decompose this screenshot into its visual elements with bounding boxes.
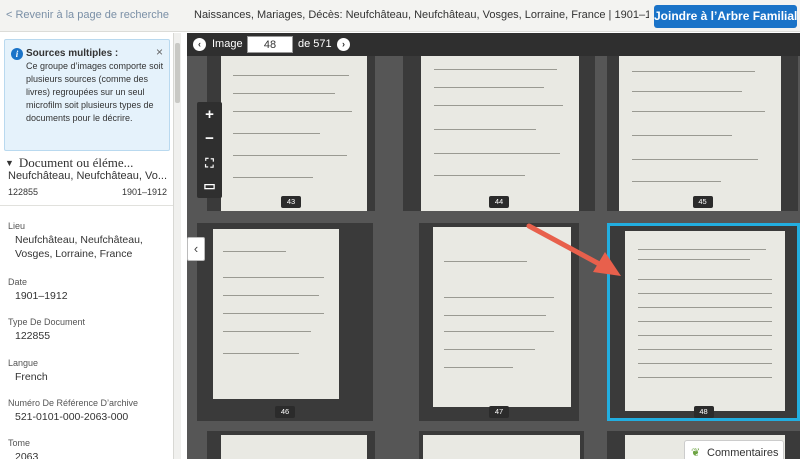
meta-label-archive-ref: Numéro De Référence D’archive — [8, 398, 139, 408]
zoom-controls: + − ⛶ ▭ — [197, 102, 222, 198]
document-years: 1901–1912 — [122, 187, 168, 197]
document-number: 122855 — [8, 187, 39, 197]
thumbnail-number: 46 — [275, 406, 295, 418]
thumbnail-number: 47 — [489, 406, 509, 418]
thumbnail-row3-1[interactable] — [207, 431, 375, 459]
thumbnail-number: 48 — [693, 406, 714, 418]
sidebar: i Sources multiples : × Ce groupe d’imag… — [0, 33, 174, 459]
thumbnail-44[interactable]: 44 — [403, 55, 595, 211]
meta-value-lieu: Neufchâteau, Neufchâteau, Vosges, Lorrai… — [15, 234, 143, 260]
leaf-icon: ❦ — [691, 447, 701, 459]
previous-image-icon[interactable]: ‹ — [193, 38, 206, 51]
document-place: Neufchâteau, Neufchâteau, Vo... — [8, 170, 168, 182]
back-to-search-link[interactable]: < Revenir à la page de recherche — [6, 9, 169, 21]
image-viewer: 43 44 45 46 47 48 — [187, 33, 800, 459]
meta-value-language: French — [15, 371, 48, 383]
close-icon[interactable]: × — [156, 46, 163, 58]
image-navigation-bar: ‹ Image de 571 › — [187, 33, 800, 56]
meta-label-language: Langue — [8, 358, 39, 368]
meta-label-volume: Tome — [8, 438, 31, 448]
notice-title: Sources multiples : — [26, 48, 119, 59]
zoom-in-icon[interactable]: + — [197, 104, 222, 126]
collapse-sidebar-icon[interactable]: ‹ — [187, 237, 205, 261]
comments-label: Commentaires — [707, 447, 779, 459]
thumbnail-row3-2[interactable] — [419, 431, 584, 459]
join-family-tree-button[interactable]: Joindre à l’Arbre Familial — [654, 5, 797, 28]
meta-value-archive-ref: 521-0101-000-2063-000 — [15, 411, 129, 423]
comments-button[interactable]: ❦ Commentaires — [684, 440, 784, 459]
image-label: Image — [212, 38, 243, 50]
info-icon: i — [11, 48, 23, 60]
zoom-out-icon[interactable]: − — [197, 128, 222, 150]
thumbnail-48-selected[interactable]: 48 — [607, 223, 800, 421]
document-page-image — [221, 55, 367, 211]
fit-to-screen-icon[interactable]: ▭ — [197, 175, 222, 197]
document-page-image — [221, 435, 367, 459]
multiple-sources-notice: i Sources multiples : × Ce groupe d’imag… — [4, 39, 170, 151]
image-total: de 571 — [298, 38, 332, 50]
document-page-image — [619, 55, 781, 211]
thumbnail-45[interactable]: 45 — [607, 55, 798, 211]
scroll-thumb[interactable] — [175, 43, 180, 103]
divider — [0, 205, 173, 206]
document-page-image — [625, 231, 785, 411]
meta-value-volume: 2063 — [15, 451, 39, 459]
meta-label-lieu: Lieu — [8, 221, 26, 231]
thumbnail-number: 44 — [489, 196, 509, 208]
sidebar-scrollbar[interactable] — [174, 33, 181, 459]
thumbnail-number: 45 — [692, 196, 713, 208]
meta-value-date: 1901–1912 — [15, 290, 68, 302]
top-bar: < Revenir à la page de recherche Naissan… — [0, 0, 800, 32]
notice-text: Ce groupe d’images comporte soit plusieu… — [26, 61, 164, 123]
document-section-toggle[interactable]: ▼ Document ou éléme... — [5, 155, 169, 171]
document-page-image — [213, 229, 339, 399]
annotation-arrow-icon — [526, 223, 621, 276]
thumbnail-46[interactable]: 46 — [197, 223, 373, 421]
fullscreen-icon[interactable]: ⛶ — [197, 152, 222, 174]
meta-value-document-type: 122855 — [15, 330, 51, 342]
next-image-icon[interactable]: › — [337, 38, 350, 51]
document-page-image — [423, 435, 580, 459]
document-section-title: Document ou éléme... — [18, 155, 134, 170]
thumbnail-number: 43 — [281, 196, 301, 208]
meta-label-date: Date — [8, 277, 28, 287]
document-page-image — [421, 55, 579, 211]
meta-label-document-type: Type De Document — [8, 317, 86, 327]
image-number-input[interactable] — [247, 36, 293, 53]
page-title: Naissances, Mariages, Décès: Neufchâteau… — [194, 9, 649, 21]
thumbnail-43[interactable]: 43 — [207, 55, 375, 211]
triangle-down-icon: ▼ — [5, 158, 14, 168]
